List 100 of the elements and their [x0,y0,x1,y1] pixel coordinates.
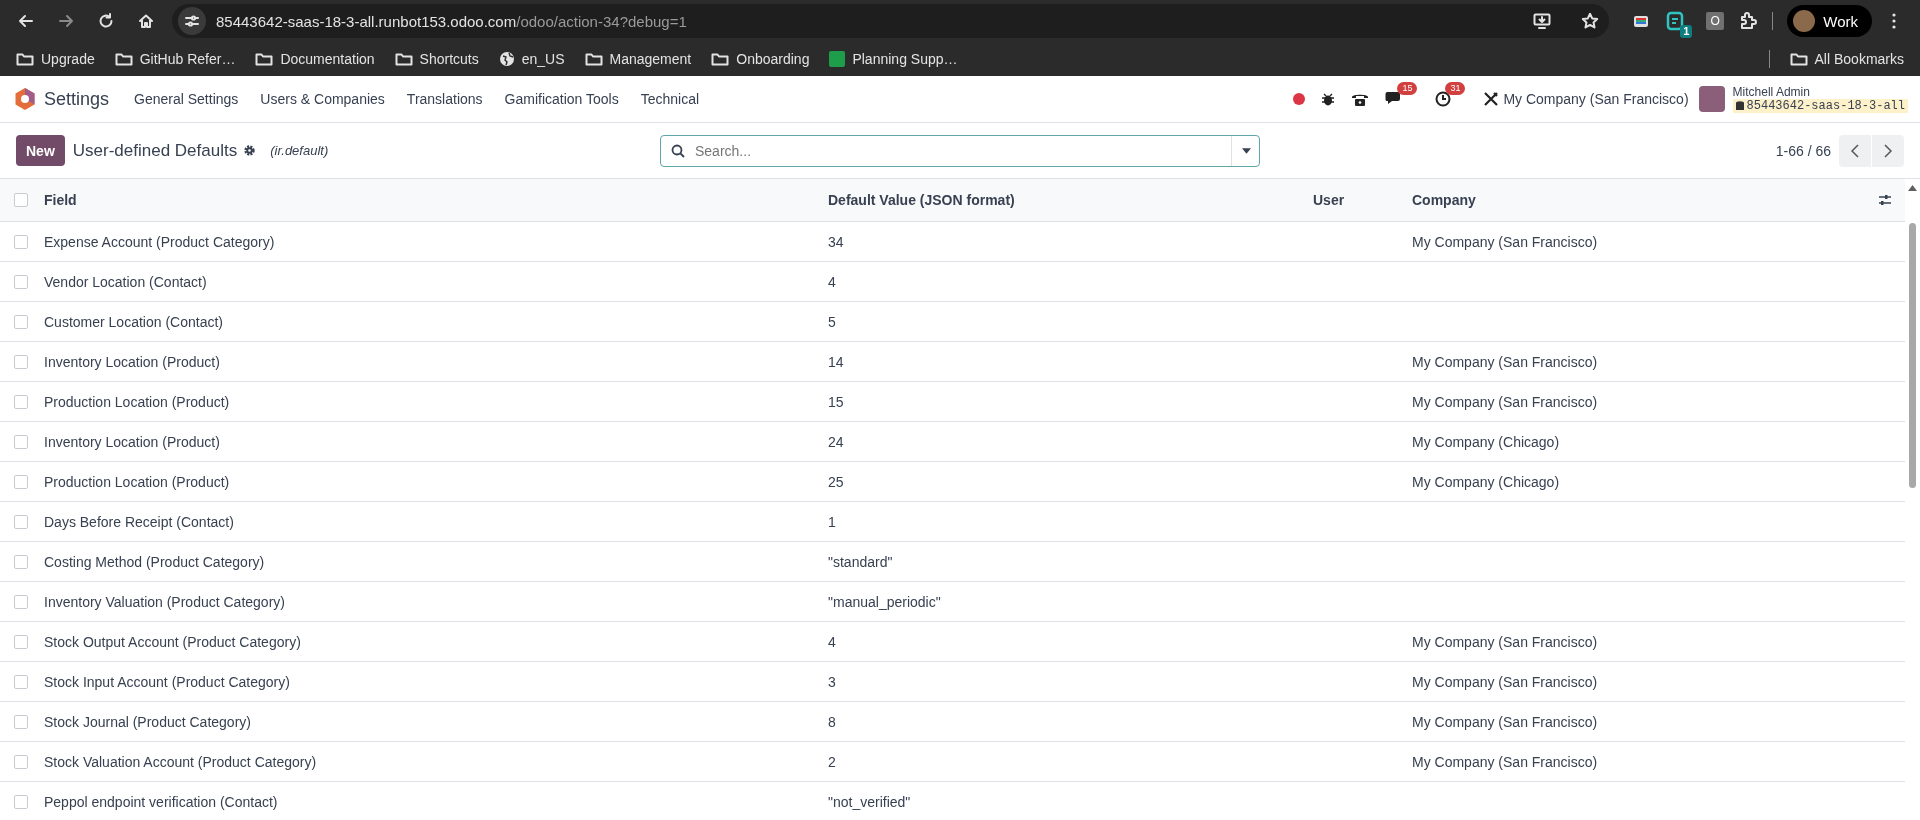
row-checkbox[interactable] [14,354,28,369]
home-icon [138,13,154,29]
app-icon [829,51,846,67]
column-header[interactable]: Company [1412,192,1865,208]
bookmark-item[interactable]: Onboarding [703,47,818,71]
menu-item[interactable]: Users & Companies [249,85,396,113]
row-checkbox[interactable] [14,714,28,729]
extension-badge: 1 [1680,25,1693,38]
bookmark-item[interactable]: Shortcuts [386,47,487,71]
table-cell-text: 4 [828,633,837,650]
select-all-checkbox[interactable] [14,193,28,207]
scroll-up-icon[interactable] [1908,185,1917,191]
table-cell-text: Production Location (Product) [44,393,231,410]
bookmark-item[interactable]: GitHub Refer… [106,47,244,71]
user-avatar[interactable] [1698,86,1725,112]
table-cell-text: Inventory Valuation (Product Category) [44,593,286,610]
row-checkbox[interactable] [14,554,28,569]
scrollbar-thumb[interactable] [1909,223,1916,488]
table-cell-text: 24 [828,433,845,450]
extension-button[interactable]: 1 [1665,11,1693,38]
table-cell-text: Inventory Location (Product) [44,353,221,370]
chevron-right-icon [1884,143,1892,158]
folder-icon [394,51,413,67]
tools-icon[interactable] [1483,91,1500,107]
folder-icon [114,51,133,67]
bookmark-item[interactable]: Documentation [247,47,383,71]
extension-icon [1665,11,1686,31]
column-header[interactable]: User [1313,192,1412,208]
table-cell-text: 2 [828,753,837,770]
row-checkbox[interactable] [14,234,28,249]
folder-icon [255,51,274,67]
row-checkbox[interactable] [14,394,28,409]
puzzle-icon[interactable] [1738,11,1759,31]
chevron-left-icon [1851,143,1859,158]
star-icon[interactable] [1581,12,1600,30]
table-cell-text: Costing Method (Product Category) [44,553,266,570]
row-checkbox[interactable] [14,514,28,529]
activity-count-badge: 31 [1445,82,1466,95]
table-cell-text: 34 [828,233,845,250]
install-icon[interactable] [1533,12,1552,30]
menu-item[interactable]: Gamification Tools [493,85,630,113]
row-checkbox[interactable] [14,474,28,489]
column-header[interactable]: Field [44,192,828,208]
table-cell-text: Stock Journal (Product Category) [44,713,252,730]
user-name[interactable]: Mitchell Admin [1732,85,1908,99]
url-text: 85443642-saas-18-3-all.runbot153.odoo.com/odoo/action-34?debug=1 [216,12,688,30]
table-cell-text: My Company (San Francisco) [1412,633,1599,650]
bookmark-item[interactable]: en_US [490,47,573,71]
app-title[interactable]: Settings [44,88,110,110]
bug-icon[interactable] [1321,92,1336,106]
tune-icon[interactable] [185,14,199,28]
table-cell-text: Customer Location (Contact) [44,313,224,330]
extension-button[interactable]: O [1706,12,1725,30]
bookmark-item[interactable]: Planning Supp… [821,47,966,71]
menu-item[interactable]: Technical [629,85,711,113]
bookmark-item[interactable]: Upgrade [8,47,103,71]
table-cell-text: Days Before Receipt (Contact) [44,513,235,530]
message-count-badge: 15 [1397,82,1418,95]
profile-button[interactable]: Work [1787,5,1872,37]
company-switcher[interactable]: My Company (San Francisco) [1503,91,1689,107]
new-button[interactable]: New [16,135,65,166]
kebab-menu-icon [1892,13,1896,29]
activities-button[interactable]: 31 [1435,82,1466,107]
database-tag: 85443642-saas-18-3-all [1732,99,1908,113]
bookmark-item[interactable]: All Bookmarks [1781,47,1912,71]
column-header[interactable]: Default Value (JSON format) [828,192,1313,208]
table-cell-text: Vendor Location (Contact) [44,273,208,290]
table-cell-text: My Company (San Francisco) [1412,713,1599,730]
table-cell-text: 14 [828,353,845,370]
search-input[interactable]: Search... [693,141,1231,160]
odoo-logo-icon[interactable] [14,87,36,111]
row-checkbox[interactable] [14,634,28,649]
page-title[interactable]: User-defined Defaults [72,140,238,161]
search-icon [671,143,685,158]
record-dot-icon[interactable] [1293,93,1306,105]
search-bar[interactable]: Search... [660,134,1260,167]
table-cell-text: 25 [828,473,845,490]
table-cell-text: Expense Account (Product Category) [44,233,276,250]
menu-item[interactable]: Translations [395,85,494,113]
messages-button[interactable]: 15 [1385,82,1418,107]
row-checkbox[interactable] [14,674,28,689]
bookmark-item[interactable]: Management [576,47,700,71]
clock-icon [1435,91,1452,107]
row-checkbox[interactable] [14,434,28,449]
previous-page-button[interactable] [1839,134,1871,167]
row-checkbox[interactable] [14,754,28,769]
next-page-button[interactable] [1872,134,1904,167]
table-cell-text: Stock Output Account (Product Category) [44,633,302,650]
table-cell-text: "standard" [828,553,894,570]
menu-item[interactable]: General Settings [123,85,250,113]
row-checkbox[interactable] [14,274,28,289]
table-cell-text: 1 [828,513,837,530]
row-checkbox[interactable] [14,594,28,609]
address-bar[interactable]: 85443642-saas-18-3-all.runbot153.odoo.com/odoo/action-34?debug=1 [172,4,1610,38]
column-settings-icon[interactable] [1878,193,1892,207]
row-checkbox[interactable] [14,314,28,329]
table-cell-text: 5 [828,313,837,330]
row-checkbox[interactable] [14,794,28,809]
globe-icon [498,51,515,67]
gear-icon[interactable] [243,144,257,157]
